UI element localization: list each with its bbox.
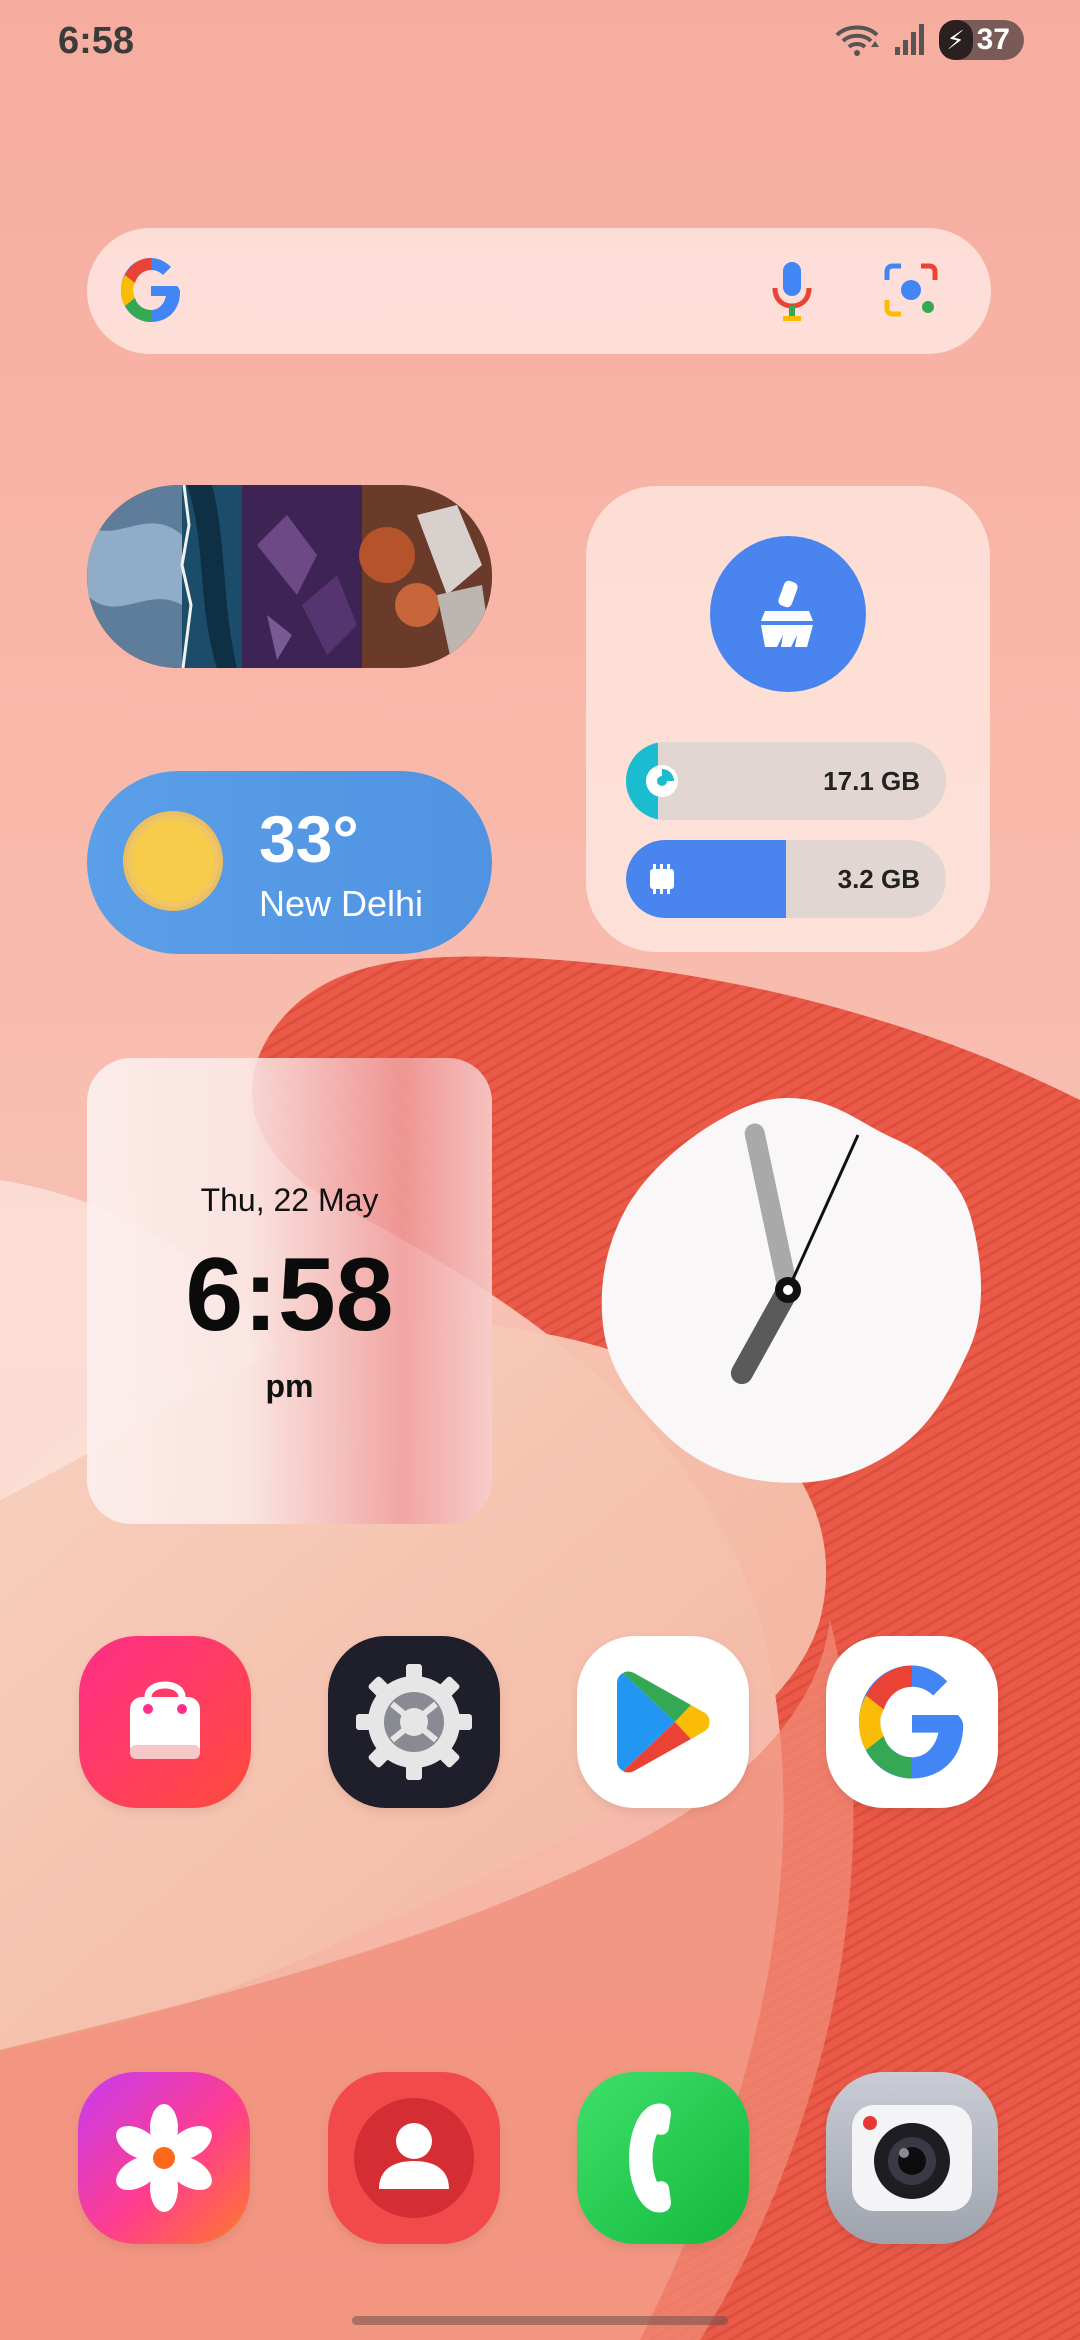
storage-icon <box>646 765 678 797</box>
play-store-app[interactable] <box>577 1636 749 1808</box>
clean-button[interactable] <box>710 536 866 692</box>
google-lens-icon[interactable] <box>883 262 939 318</box>
store-bag-icon <box>130 1681 200 1759</box>
sun-icon <box>123 811 223 911</box>
contacts-icon <box>354 2098 474 2218</box>
weather-widget[interactable]: 33° New Delhi <box>87 771 492 954</box>
weather-temperature: 33° <box>259 802 359 876</box>
phone-app[interactable] <box>577 2072 749 2244</box>
widget-date: Thu, 22 May <box>200 1182 379 1218</box>
storage-bar: 17.1 GB <box>626 742 946 820</box>
settings-app[interactable] <box>328 1636 500 1808</box>
charging-icon: ⚡ <box>938 20 973 60</box>
play-store-icon <box>617 1671 710 1773</box>
memory-value: 3.2 GB <box>837 864 920 894</box>
memory-chip-icon <box>650 864 674 894</box>
analog-clock-widget[interactable] <box>588 1090 988 1490</box>
gemstone-photo <box>87 485 492 668</box>
signal-icon <box>894 24 924 55</box>
wifi-icon <box>835 25 879 56</box>
settings-gear-icon <box>356 1664 472 1780</box>
photo-widget[interactable] <box>87 485 492 668</box>
weather-city: New Delhi <box>259 883 424 924</box>
google-app[interactable] <box>826 1636 998 1808</box>
widget-ampm: pm <box>265 1368 314 1404</box>
cleaner-widget: 17.1 GB 3.2 GB <box>586 486 990 952</box>
google-search-bar[interactable] <box>87 228 991 354</box>
memory-bar: 3.2 GB <box>626 840 946 918</box>
gallery-flower-icon <box>116 2104 212 2212</box>
widget-time: 6:58 <box>185 1237 394 1353</box>
battery-indicator: ⚡ 37 <box>938 20 1024 60</box>
phone-icon <box>629 2103 671 2213</box>
status-bar: 6:58 ⚡ 37 <box>0 0 1080 80</box>
camera-app[interactable] <box>826 2072 998 2244</box>
google-icon <box>859 1665 964 1779</box>
voice-search-icon[interactable] <box>767 260 817 324</box>
camera-icon <box>852 2105 972 2211</box>
status-time: 6:58 <box>58 20 135 62</box>
gallery-app[interactable] <box>78 2072 250 2244</box>
broom-icon <box>761 580 813 647</box>
google-logo-icon <box>121 258 180 322</box>
battery-level: 37 <box>976 23 1010 56</box>
storage-value: 17.1 GB <box>823 766 920 796</box>
galaxy-store-app[interactable] <box>79 1636 251 1808</box>
gesture-navigation-bar[interactable] <box>352 2316 728 2325</box>
contacts-app[interactable] <box>328 2072 500 2244</box>
date-time-widget[interactable]: Thu, 22 May 6:58 pm <box>87 1058 492 1524</box>
